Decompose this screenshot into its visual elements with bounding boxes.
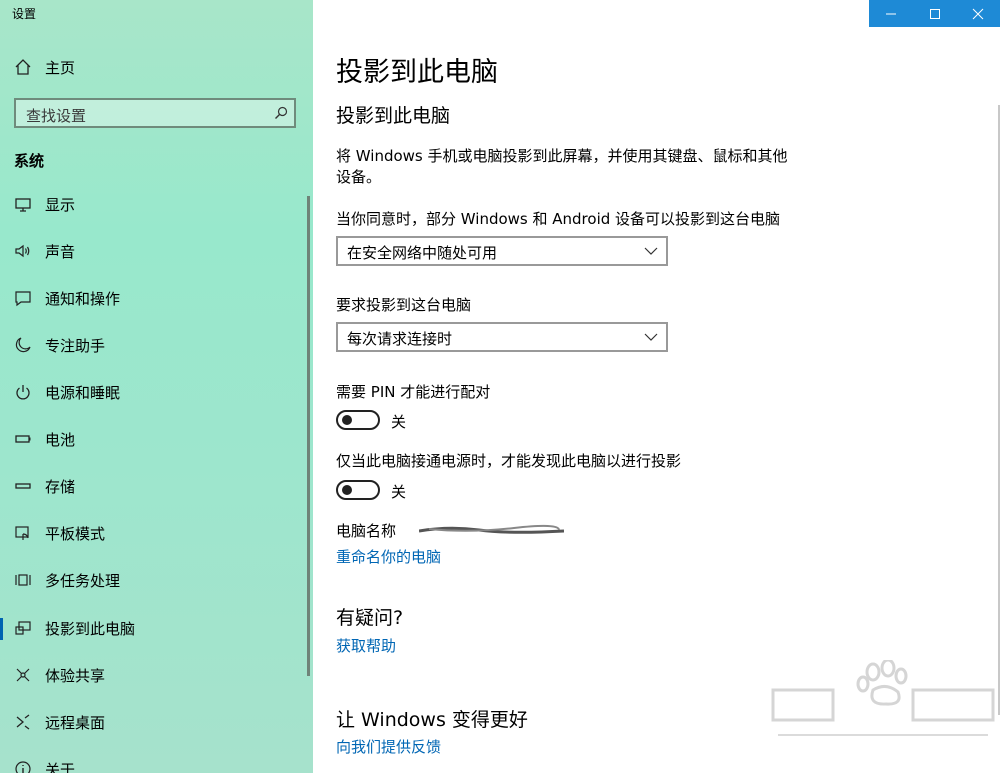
main-content: 投影到此电脑 投影到此电脑 将 Windows 手机或电脑投影到此屏幕，并使用其… — [313, 0, 1000, 773]
search-icon[interactable] — [274, 106, 288, 120]
close-icon — [972, 8, 984, 19]
page-title: 投影到此电脑 — [336, 57, 498, 88]
availability-dropdown[interactable]: 在安全网络中随处可用 — [336, 236, 668, 266]
sidebar-item-shared-experiences[interactable]: 体验共享 — [0, 655, 313, 695]
pin-label: 需要 PIN 才能进行配对 — [336, 383, 491, 401]
sidebar-item-multitasking[interactable]: 多任务处理 — [0, 560, 313, 600]
group-title-system: 系统 — [14, 152, 45, 170]
pin-toggle-state: 关 — [391, 413, 407, 431]
pin-toggle[interactable] — [336, 410, 380, 430]
sidebar-item-tablet-mode[interactable]: 平板模式 — [0, 513, 313, 553]
pc-name-label: 电脑名称 — [336, 522, 397, 540]
sidebar-item-project-to-pc[interactable]: 投影到此电脑 — [0, 608, 313, 648]
question-title: 有疑问? — [336, 607, 404, 629]
power-label: 仅当此电脑接通电源时，才能发现此电脑以进行投影 — [336, 452, 682, 470]
home-icon — [15, 59, 31, 75]
section-title: 投影到此电脑 — [336, 105, 451, 127]
sidebar-item-storage[interactable]: 存储 — [0, 466, 313, 506]
maximize-icon — [929, 8, 940, 19]
app-title: 设置 — [12, 7, 37, 21]
remote-icon — [16, 714, 30, 730]
minimize-icon — [885, 13, 896, 14]
notification-icon — [15, 291, 31, 307]
power-toggle-state: 关 — [391, 483, 407, 501]
minimize-button[interactable] — [869, 0, 913, 27]
sidebar-item-battery[interactable]: 电池 — [0, 419, 313, 459]
battery-icon — [15, 435, 31, 443]
search-input[interactable]: 查找设置 — [14, 98, 296, 128]
toggle-knob — [342, 415, 352, 425]
maximize-button[interactable] — [913, 0, 957, 27]
sidebar: 设置 主页 查找设置 系统 显示 声音 通知和操作 专注助手 电源和睡眠 电池 … — [0, 0, 313, 773]
redacted-pc-name — [419, 524, 564, 534]
sidebar-item-about[interactable]: 关于 — [0, 749, 313, 773]
get-help-link[interactable]: 获取帮助 — [336, 635, 396, 656]
sidebar-item-power-sleep[interactable]: 电源和睡眠 — [0, 372, 313, 412]
improve-title: 让 Windows 变得更好 — [336, 709, 528, 731]
ask-dropdown[interactable]: 每次请求连接时 — [336, 322, 668, 352]
share-icon — [16, 668, 30, 682]
sidebar-item-sound[interactable]: 声音 — [0, 231, 313, 271]
speaker-icon — [15, 244, 30, 258]
power-icon — [16, 385, 30, 400]
feedback-link[interactable]: 向我们提供反馈 — [336, 736, 441, 757]
description-line1: 将 Windows 手机或电脑投影到此屏幕，并使用其键盘、鼠标和其他 — [336, 147, 788, 165]
watermark-logo — [771, 660, 995, 736]
close-button[interactable] — [956, 0, 1000, 27]
tablet-icon — [15, 526, 29, 540]
sidebar-item-home[interactable]: 主页 — [0, 47, 313, 87]
availability-label: 当你同意时，部分 Windows 和 Android 设备可以投影到这台电脑 — [336, 210, 781, 228]
power-toggle[interactable] — [336, 480, 380, 500]
rename-pc-link[interactable]: 重命名你的电脑 — [336, 546, 441, 567]
description-line2: 设备。 — [336, 168, 382, 186]
monitor-icon — [15, 198, 31, 212]
sidebar-item-notifications[interactable]: 通知和操作 — [0, 278, 313, 318]
multitask-icon — [15, 574, 31, 586]
chevron-down-icon — [644, 247, 658, 255]
sidebar-scrollbar[interactable] — [307, 196, 310, 676]
sidebar-item-display[interactable]: 显示 — [0, 184, 313, 224]
moon-icon — [15, 337, 31, 353]
sidebar-item-remote-desktop[interactable]: 远程桌面 — [0, 702, 313, 742]
window-controls — [869, 0, 1000, 27]
chevron-down-icon — [644, 333, 658, 341]
info-icon — [15, 761, 31, 773]
storage-icon — [15, 483, 31, 489]
toggle-knob — [342, 485, 352, 495]
project-icon — [15, 621, 31, 635]
ask-label: 要求投影到这台电脑 — [336, 296, 472, 314]
sidebar-item-focus-assist[interactable]: 专注助手 — [0, 325, 313, 365]
